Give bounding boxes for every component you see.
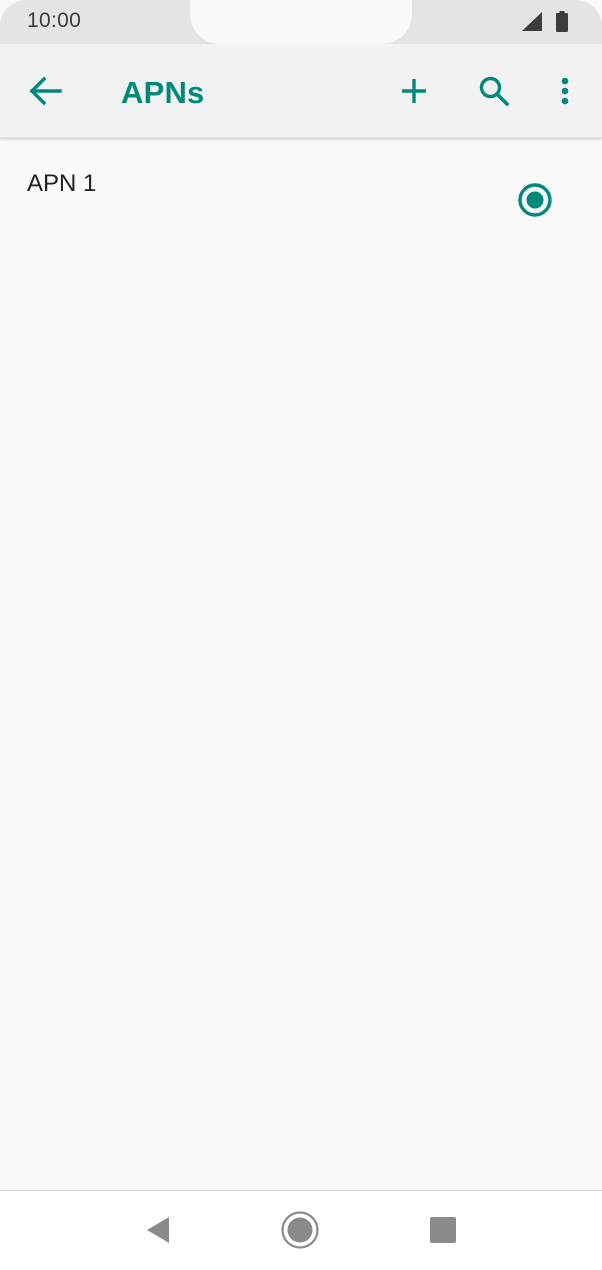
battery-icon: [556, 11, 568, 32]
navigation-bar: [0, 1190, 602, 1270]
display-notch: [190, 0, 412, 44]
back-button[interactable]: [22, 67, 70, 115]
nav-back-button[interactable]: [140, 1211, 176, 1249]
arrow-back-icon: [29, 76, 62, 106]
nav-home-button[interactable]: [279, 1209, 321, 1251]
apns-screen: 10:00 APNs APN 1: [0, 0, 602, 1270]
status-bar: 10:00: [0, 0, 602, 44]
apn-radio-button[interactable]: [513, 178, 557, 222]
apn-name: APN 1: [27, 170, 97, 197]
search-button[interactable]: [470, 67, 518, 115]
add-apn-button[interactable]: [390, 67, 438, 115]
search-icon: [479, 76, 510, 107]
nav-recents-button[interactable]: [426, 1213, 460, 1247]
nav-back-icon: [147, 1217, 169, 1243]
page-title: APNs: [121, 75, 205, 110]
more-options-button[interactable]: [541, 67, 589, 115]
status-time: 10:00: [27, 9, 82, 32]
signal-icon: [522, 12, 542, 31]
app-bar: APNs: [0, 44, 602, 138]
nav-home-icon: [281, 1211, 319, 1249]
nav-recents-icon: [430, 1217, 456, 1243]
radio-selected-icon: [518, 183, 552, 217]
add-icon: [402, 79, 426, 103]
apn-list-item[interactable]: APN 1: [0, 138, 602, 258]
more-vert-icon: [561, 77, 569, 105]
